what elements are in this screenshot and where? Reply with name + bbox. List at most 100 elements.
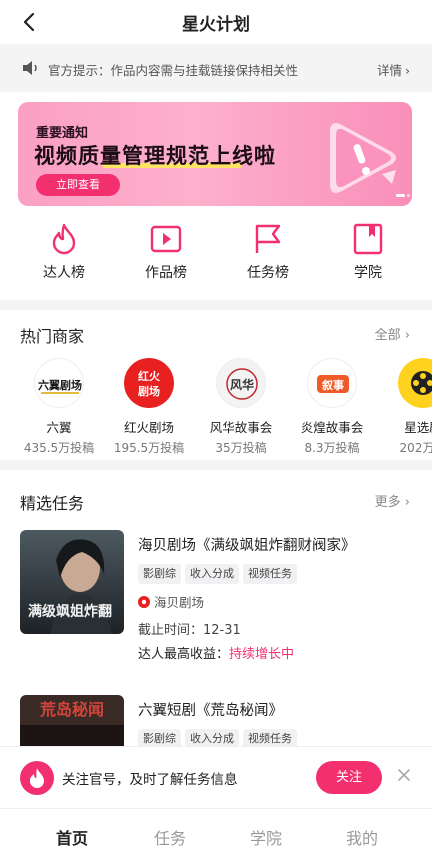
- task-thumbnail[interactable]: 荒岛秘闻: [20, 695, 124, 746]
- task-tag: 视频任务: [243, 564, 297, 584]
- earnings-label: 达人最高收益：: [138, 647, 230, 662]
- svg-text:六翼剧场: 六翼剧场: [38, 378, 82, 392]
- svg-text:剧场: 剧场: [138, 384, 160, 398]
- task-tag: 影剧综: [138, 564, 181, 584]
- merchant-item[interactable]: 六翼剧场 六翼 435.5万投稿: [14, 358, 104, 458]
- merchant-name: 红火剧场: [123, 420, 174, 435]
- quick-nav-talent-rank[interactable]: 达人榜: [14, 222, 114, 288]
- tasks-more-label: 更多: [374, 495, 401, 510]
- poster-text: 满级飒姐炸翻: [28, 603, 112, 620]
- promo-banner[interactable]: 重要通知 视频质量管理规范上线啦 立即查看: [18, 102, 412, 206]
- follow-prompt-text: 关注官号，及时了解任务信息: [62, 772, 238, 788]
- liuyi-logo-icon: 六翼剧场: [38, 378, 82, 394]
- hot-merchants-section: 热门商家 全部 › 六翼剧场 六翼 435.5万投稿 红火 剧场 红火剧场 19…: [0, 310, 432, 460]
- film-reel-icon: [411, 371, 432, 395]
- banner-title: 视频质量管理规范上线啦: [34, 144, 276, 168]
- task-tag: 收入分成: [185, 729, 239, 746]
- merchant-name: 炎煌故事会: [300, 420, 364, 435]
- featured-tasks-section: 精选任务 更多 › 满级飒姐炸翻 海贝剧场《满级飒姐炸翻财阀家》 影剧综 收入分成…: [0, 470, 432, 746]
- task-title: 海贝剧场《满级飒姐炸翻财阀家》: [138, 538, 356, 554]
- yanhuang-logo-icon: 叙事: [317, 375, 349, 393]
- merchant-logo: [398, 358, 432, 408]
- section-title: 精选任务: [20, 494, 85, 513]
- brand-logo-icon: [138, 596, 150, 608]
- task-thumbnail[interactable]: 满级飒姐炸翻: [20, 530, 124, 634]
- task-tag: 影剧综: [138, 729, 181, 746]
- merchant-item[interactable]: 星选剧 202万投: [378, 358, 432, 458]
- merchant-logo: 六翼剧场: [34, 358, 84, 408]
- warning-triangle-icon: [330, 123, 396, 193]
- chevron-right-icon: ›: [405, 63, 410, 78]
- task-deadline: 截止时间：12-31: [138, 623, 241, 638]
- top-nav-bar: 星火计划: [0, 0, 432, 44]
- svg-text:叙事: 叙事: [322, 378, 344, 392]
- task-brand: 海贝剧场: [138, 592, 204, 611]
- notice-text: 官方提示：作品内容需与挂载链接保持相关性: [48, 63, 299, 78]
- tab-home[interactable]: 首页: [32, 825, 112, 849]
- page-title: 星火计划: [182, 15, 250, 35]
- tab-profile[interactable]: 我的: [322, 825, 402, 849]
- merchants-all-label: 全部: [374, 328, 401, 343]
- quick-nav-works-rank[interactable]: 作品榜: [116, 222, 216, 288]
- svg-text:红火: 红火: [138, 369, 161, 383]
- drama-poster-image: 满级飒姐炸翻: [20, 530, 124, 634]
- banner-view-button[interactable]: 立即查看: [36, 174, 120, 196]
- book-icon: [353, 223, 383, 255]
- tab-academy[interactable]: 学院: [226, 825, 306, 849]
- drama-poster-image: 荒岛秘闻: [20, 695, 124, 746]
- merchant-count: 35万投稿: [215, 441, 267, 455]
- flag-icon: [255, 224, 281, 253]
- merchant-item[interactable]: 风华 风华故事会 35万投稿: [196, 358, 286, 458]
- task-tag: 视频任务: [243, 729, 297, 746]
- pagination-dot: [407, 194, 410, 197]
- tab-tasks[interactable]: 任务: [130, 825, 210, 849]
- play-icon: [150, 225, 182, 253]
- pagination-dot-active: [396, 194, 405, 197]
- bottom-tab-bar: 首页 任务 学院 我的: [0, 808, 432, 860]
- task-tag: 收入分成: [185, 564, 239, 584]
- merchant-count: 435.5万投稿: [23, 441, 95, 455]
- merchant-logo: 叙事: [307, 358, 357, 408]
- quick-nav-label: 学院: [354, 265, 382, 281]
- task-card[interactable]: 荒岛秘闻 六翼短剧《荒岛秘闻》 影剧综 收入分成 视频任务: [0, 695, 432, 746]
- tasks-more-link[interactable]: 更多 ›: [375, 491, 410, 510]
- poster-text: 荒岛秘闻: [39, 700, 104, 719]
- merchant-count: 195.5万投稿: [113, 441, 185, 455]
- official-notice-bar[interactable]: 官方提示：作品内容需与挂载链接保持相关性 详情 ›: [0, 44, 432, 92]
- task-tags: 影剧综 收入分成 视频任务: [138, 562, 301, 584]
- follow-official-bar: 关注官号，及时了解任务信息 关注: [0, 746, 432, 808]
- merchant-name: 星选剧: [404, 420, 432, 435]
- quick-nav-label: 作品榜: [145, 265, 187, 281]
- notice-detail-label: 详情: [376, 63, 402, 78]
- earnings-value: 持续增长中: [229, 647, 295, 662]
- banner-panel: 重要通知 视频质量管理规范上线啦 立即查看 达人榜 作品榜 任务榜 学院: [0, 92, 432, 300]
- section-title: 热门商家: [20, 327, 85, 346]
- quick-nav-label: 任务榜: [247, 265, 289, 281]
- merchant-name: 风华故事会: [209, 420, 273, 435]
- chevron-right-icon: ›: [404, 495, 410, 510]
- merchant-name: 六翼: [46, 420, 72, 435]
- merchant-logo: 红火 剧场: [124, 358, 174, 408]
- flame-icon: [52, 223, 76, 255]
- task-brand-name: 海贝剧场: [154, 595, 205, 610]
- honghuo-logo-icon: 红火 剧场: [138, 369, 161, 398]
- merchant-item[interactable]: 叙事 炎煌故事会 8.3万投稿: [287, 358, 377, 458]
- speaker-icon: [23, 61, 37, 75]
- banner-subtitle: 重要通知: [36, 126, 89, 141]
- merchant-item[interactable]: 红火 剧场 红火剧场 195.5万投稿: [104, 358, 194, 458]
- fenghua-logo-icon: 风华: [226, 368, 258, 400]
- close-icon[interactable]: [396, 767, 412, 783]
- task-tags: 影剧综 收入分成 视频任务: [138, 727, 301, 746]
- banner-pagination: [396, 194, 412, 206]
- follow-button[interactable]: 关注: [316, 761, 382, 794]
- merchants-all-link[interactable]: 全部 ›: [375, 324, 410, 343]
- svg-text:风华: 风华: [230, 377, 254, 392]
- quick-nav-academy[interactable]: 学院: [318, 222, 418, 288]
- quick-nav-task-rank[interactable]: 任务榜: [218, 222, 318, 288]
- task-earnings: 达人最高收益：持续增长中: [138, 643, 294, 662]
- notice-detail-link[interactable]: 详情 ›: [377, 60, 410, 79]
- task-card[interactable]: 满级飒姐炸翻 海贝剧场《满级飒姐炸翻财阀家》 影剧综 收入分成 视频任务 海贝剧场 …: [0, 530, 432, 690]
- merchant-logo: 风华: [216, 358, 266, 408]
- flame-logo-icon: [30, 768, 44, 788]
- official-account-avatar: [20, 761, 54, 795]
